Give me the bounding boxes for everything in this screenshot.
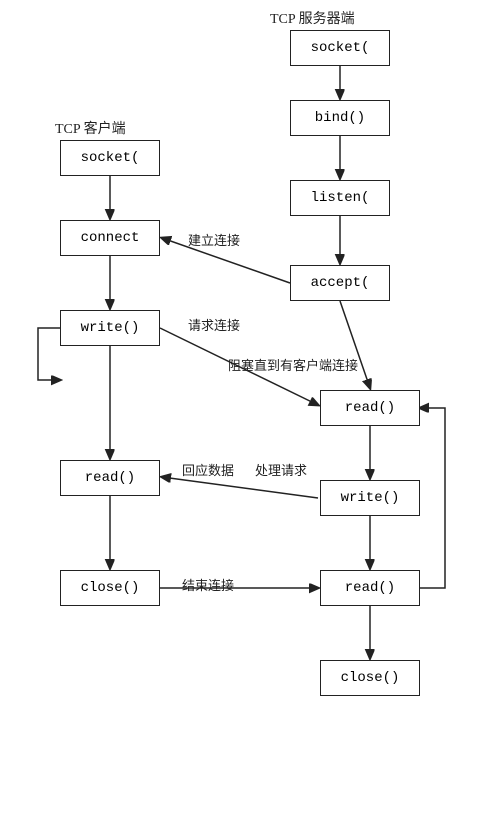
client-title: TCP 客户端 xyxy=(55,118,126,138)
client-close-box: close() xyxy=(60,570,160,606)
client-socket-box: socket( xyxy=(60,140,160,176)
label-end: 结束连接 xyxy=(182,575,234,594)
server-read1-box: read() xyxy=(320,390,420,426)
server-write-box: write() xyxy=(320,480,420,516)
server-listen-box: listen( xyxy=(290,180,390,216)
server-read2-box: read() xyxy=(320,570,420,606)
label-request: 请求连接 xyxy=(188,315,240,334)
diagram: TCP 服务器端 TCP 客户端 socket( bind() listen( … xyxy=(0,0,500,815)
server-close-box: close() xyxy=(320,660,420,696)
label-establish: 建立连接 xyxy=(188,230,240,249)
label-response: 回应数据 xyxy=(182,460,234,479)
server-accept-box: accept( xyxy=(290,265,390,301)
server-bind-box: bind() xyxy=(290,100,390,136)
client-read-box: read() xyxy=(60,460,160,496)
client-write-box: write() xyxy=(60,310,160,346)
label-process: 处理请求 xyxy=(255,460,307,479)
server-title: TCP 服务器端 xyxy=(270,8,355,28)
client-connect-box: connect xyxy=(60,220,160,256)
server-socket-box: socket( xyxy=(290,30,390,66)
label-block: 阻塞直到有客户端连接 xyxy=(228,355,358,374)
